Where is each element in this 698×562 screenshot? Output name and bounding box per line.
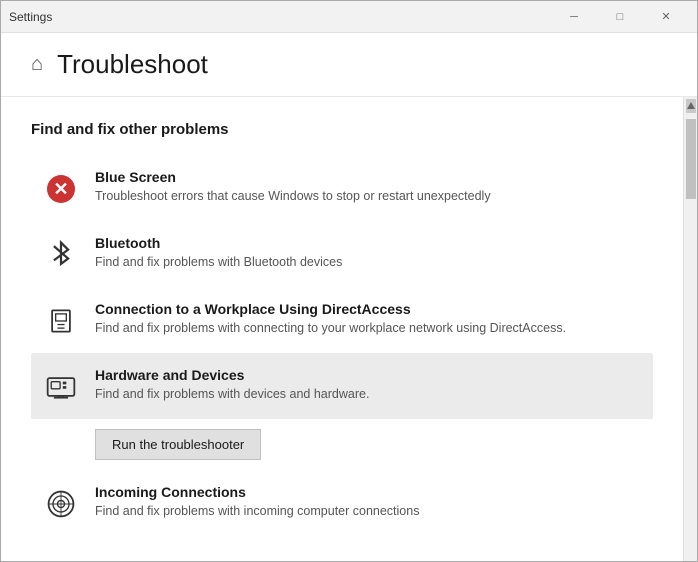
incoming-text: Incoming Connections Find and fix proble… [95, 484, 641, 521]
page-title: Troubleshoot [57, 49, 208, 80]
connection-name: Connection to a Workplace Using DirectAc… [95, 301, 641, 317]
close-button[interactable]: ✕ [643, 1, 689, 33]
connection-text: Connection to a Workplace Using DirectAc… [95, 301, 641, 338]
content-wrapper: Find and fix other problems ✕ Blue Scree… [1, 97, 697, 561]
window-controls: ─ □ ✕ [551, 1, 689, 33]
blue-screen-icon: ✕ [43, 171, 79, 207]
bluetooth-desc: Find and fix problems with Bluetooth dev… [95, 254, 641, 272]
scroll-up-arrow[interactable] [686, 99, 696, 113]
run-btn-row: Run the troubleshooter [31, 419, 653, 470]
svg-text:✕: ✕ [53, 179, 68, 199]
hardware-text: Hardware and Devices Find and fix proble… [95, 367, 641, 404]
troubleshoot-item-connection[interactable]: Connection to a Workplace Using DirectAc… [31, 287, 653, 353]
home-icon[interactable]: ⌂ [31, 53, 43, 76]
bluetooth-icon [43, 237, 79, 273]
blue-screen-name: Blue Screen [95, 169, 641, 185]
blue-screen-desc: Troubleshoot errors that cause Windows t… [95, 188, 641, 206]
hardware-desc: Find and fix problems with devices and h… [95, 386, 641, 404]
connection-desc: Find and fix problems with connecting to… [95, 320, 641, 338]
connection-icon [43, 303, 79, 339]
minimize-button[interactable]: ─ [551, 1, 597, 33]
blue-screen-text: Blue Screen Troubleshoot errors that cau… [95, 169, 641, 206]
page-header: ⌂ Troubleshoot [1, 33, 697, 97]
hardware-icon [43, 369, 79, 405]
troubleshoot-item-bluetooth[interactable]: Bluetooth Find and fix problems with Blu… [31, 221, 653, 287]
troubleshoot-item-incoming[interactable]: Incoming Connections Find and fix proble… [31, 470, 653, 536]
troubleshoot-item-blue-screen[interactable]: ✕ Blue Screen Troubleshoot errors that c… [31, 155, 653, 221]
main-content: Find and fix other problems ✕ Blue Scree… [1, 97, 683, 561]
maximize-button[interactable]: □ [597, 1, 643, 33]
bluetooth-name: Bluetooth [95, 235, 641, 251]
incoming-desc: Find and fix problems with incoming comp… [95, 503, 641, 521]
run-troubleshooter-button[interactable]: Run the troubleshooter [95, 429, 261, 460]
scrollbar-thumb[interactable] [686, 119, 696, 199]
troubleshoot-item-hardware[interactable]: Hardware and Devices Find and fix proble… [31, 353, 653, 419]
hardware-name: Hardware and Devices [95, 367, 641, 383]
window-title: Settings [9, 10, 551, 24]
incoming-icon [43, 486, 79, 522]
bluetooth-text: Bluetooth Find and fix problems with Blu… [95, 235, 641, 272]
settings-window: Settings ─ □ ✕ ⌂ Troubleshoot Find and f… [0, 0, 698, 562]
scrollbar[interactable] [683, 97, 697, 561]
incoming-name: Incoming Connections [95, 484, 641, 500]
titlebar: Settings ─ □ ✕ [1, 1, 697, 33]
section-title: Find and fix other problems [31, 121, 229, 138]
